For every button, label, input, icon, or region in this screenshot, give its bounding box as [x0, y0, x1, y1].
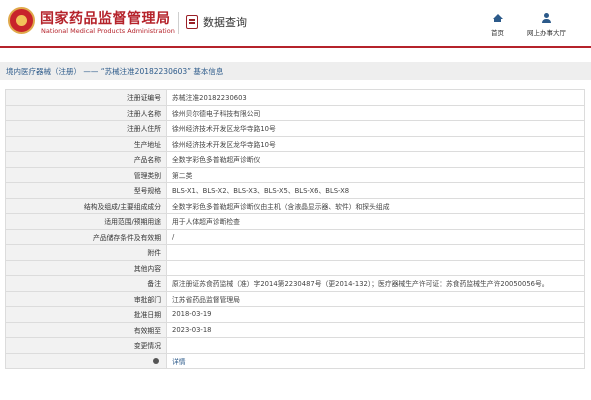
field-label: 附件: [5, 244, 167, 261]
field-value: 徐州经济技术开发区龙华寺路10号: [166, 120, 585, 137]
site-title[interactable]: 国家药品监督管理局: [40, 8, 171, 28]
section-title: 数据查询: [203, 16, 247, 29]
field-value: 徐州贝尔德电子科技有限公司: [166, 104, 585, 121]
field-label: 有效期至: [5, 321, 167, 338]
table-row: 注册证编号 苏械注准20182230603: [5, 89, 585, 106]
table-row: 型号规格 BLS-X1、BLS-X2、BLS-X3、BLS-X5、BLS-X6、B…: [5, 182, 585, 199]
header-divider: [178, 12, 179, 34]
table-row: 有效期至 2023-03-18: [5, 321, 585, 338]
info-icon: [153, 357, 159, 364]
nav-service-hall-label: 网上办事大厅: [527, 29, 566, 37]
field-label: 生产地址: [5, 135, 167, 152]
table-row: 生产地址 徐州经济技术开发区龙华寺路10号: [5, 135, 585, 152]
table-row: 详情: [5, 352, 585, 369]
site-subtitle: National Medical Products Administration: [41, 27, 175, 35]
table-row: 附件: [5, 244, 585, 261]
nav-home-label: 首页: [491, 29, 504, 37]
field-value: [166, 244, 585, 261]
table-row: 变更情况: [5, 337, 585, 354]
table-row: 批准日期 2018-03-19: [5, 306, 585, 323]
field-label: 注册人住所: [5, 120, 167, 137]
field-label: 备注: [5, 275, 167, 292]
breadcrumb-current: “苏械注准20182230603” 基本信息: [100, 67, 224, 76]
field-label: 其他内容: [5, 259, 167, 276]
field-label: 产品名称: [5, 151, 167, 168]
field-label: 管理类别: [5, 166, 167, 183]
site-header: 国家药品监督管理局 National Medical Products Admi…: [0, 0, 591, 46]
field-value: BLS-X1、BLS-X2、BLS-X3、BLS-X5、BLS-X6、BLS-X…: [166, 182, 585, 199]
table-row: 审批部门 江苏省药品监督管理局: [5, 290, 585, 307]
database-icon: [186, 15, 198, 29]
table-row: 产品储存条件及有效期 /: [5, 228, 585, 245]
field-value: [166, 259, 585, 276]
table-row: 备注 原注册证苏食药监械（准）字2014第2230487号（更2014-132）；…: [5, 275, 585, 292]
table-row: 产品名称 全数字彩色多普勒超声诊断仪: [5, 151, 585, 168]
breadcrumb: 境内医疗器械（注册） —— “苏械注准20182230603” 基本信息: [0, 62, 591, 80]
table-row: 其他内容: [5, 259, 585, 276]
breadcrumb-separator: ——: [83, 67, 99, 76]
field-label: 型号规格: [5, 182, 167, 199]
field-value: 徐州经济技术开发区龙华寺路10号: [166, 135, 585, 152]
field-value: 第二类: [166, 166, 585, 183]
home-icon: [492, 12, 504, 24]
nav-home[interactable]: 首页: [491, 12, 504, 37]
field-value: 2023-03-18: [166, 321, 585, 338]
field-label: 审批部门: [5, 290, 167, 307]
detail-table: 注册证编号 苏械注准20182230603 注册人名称 徐州贝尔德电子科技有限公司 注册…: [5, 89, 585, 369]
table-row: 管理类别 第二类: [5, 166, 585, 183]
field-value: 苏械注准20182230603: [166, 89, 585, 106]
field-label: 结构及组成/主要组成成分: [5, 197, 167, 214]
field-value: /: [166, 228, 585, 245]
field-label: 变更情况: [5, 337, 167, 354]
emblem-logo[interactable]: [8, 7, 35, 34]
field-value: 江苏省药品监督管理局: [166, 290, 585, 307]
field-value: 全数字彩色多普勒超声诊断仪由主机（含液晶显示器、软件）和探头组成: [166, 197, 585, 214]
nav-service-hall[interactable]: 网上办事大厅: [527, 12, 566, 37]
field-label: 适用范围/预期用途: [5, 213, 167, 230]
details-link[interactable]: 详情: [172, 358, 186, 366]
field-value: 详情: [166, 352, 585, 369]
field-label: 注册证编号: [5, 89, 167, 106]
field-value: 用于人体超声诊断检查: [166, 213, 585, 230]
header-accent-line: [0, 46, 591, 48]
table-row: 适用范围/预期用途 用于人体超声诊断检查: [5, 213, 585, 230]
field-value: 全数字彩色多普勒超声诊断仪: [166, 151, 585, 168]
user-icon: [541, 12, 553, 24]
table-row: 注册人住所 徐州经济技术开发区龙华寺路10号: [5, 120, 585, 137]
field-label: 注册人名称: [5, 104, 167, 121]
field-label: 批准日期: [5, 306, 167, 323]
field-value: 2018-03-19: [166, 306, 585, 323]
field-label: 产品储存条件及有效期: [5, 228, 167, 245]
table-row: 注册人名称 徐州贝尔德电子科技有限公司: [5, 104, 585, 121]
field-label: [5, 352, 167, 369]
breadcrumb-parent-link[interactable]: 境内医疗器械（注册）: [6, 67, 81, 76]
table-row: 结构及组成/主要组成成分 全数字彩色多普勒超声诊断仪由主机（含液晶显示器、软件）和…: [5, 197, 585, 214]
field-value: 原注册证苏食药监械（准）字2014第2230487号（更2014-132）；医疗…: [166, 275, 585, 292]
field-value: [166, 337, 585, 354]
